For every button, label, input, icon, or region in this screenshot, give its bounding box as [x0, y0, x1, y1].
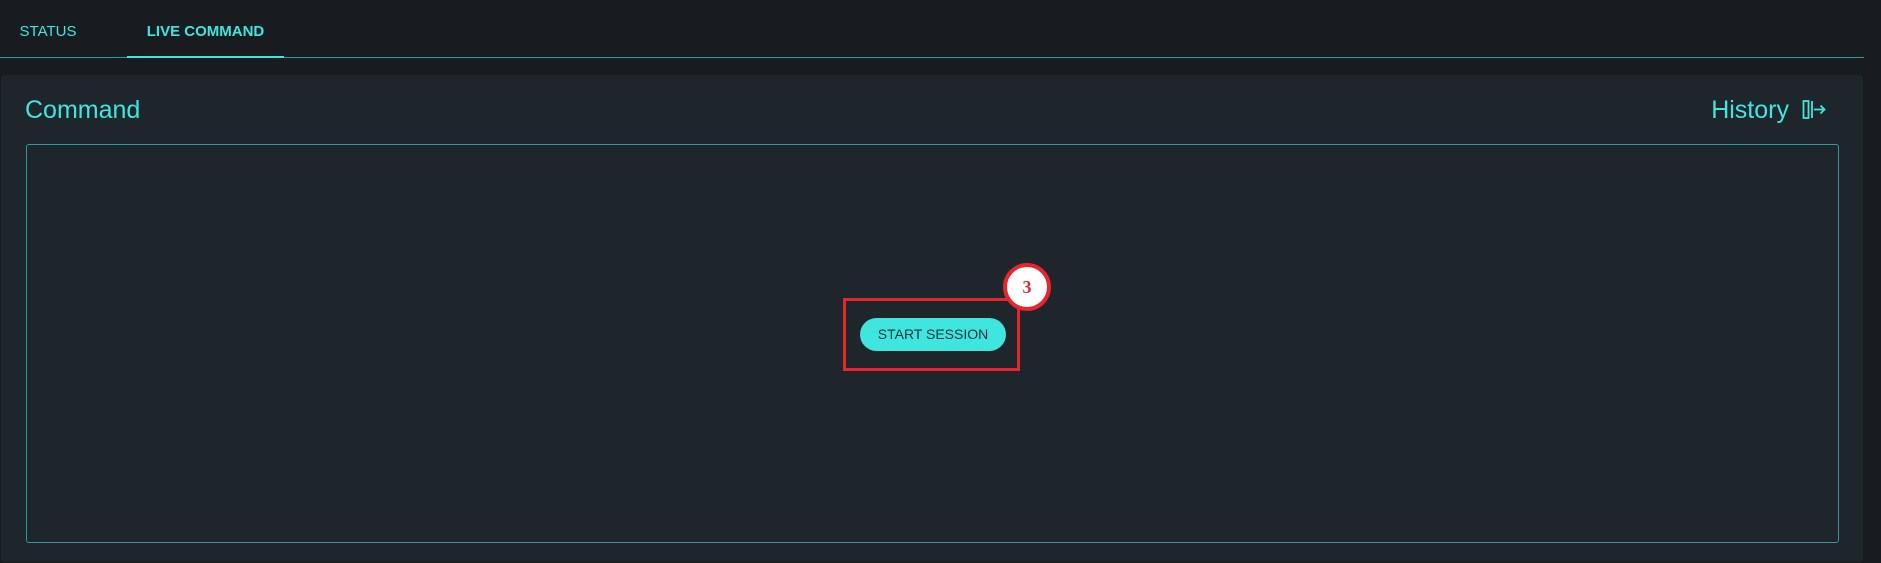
tab-status[interactable]: STATUS	[0, 0, 96, 58]
panel-title: Command	[25, 96, 141, 124]
annotation-step-badge: 3	[1003, 263, 1051, 311]
history-label: History	[1711, 96, 1789, 124]
history-toggle[interactable]: History	[1711, 95, 1827, 125]
tab-live-command[interactable]: LIVE COMMAND	[127, 0, 284, 58]
collapse-panel-icon[interactable]	[1802, 99, 1827, 121]
annotation-highlight-box	[843, 298, 1020, 371]
tab-bar: STATUS LIVE COMMAND	[0, 0, 1864, 58]
